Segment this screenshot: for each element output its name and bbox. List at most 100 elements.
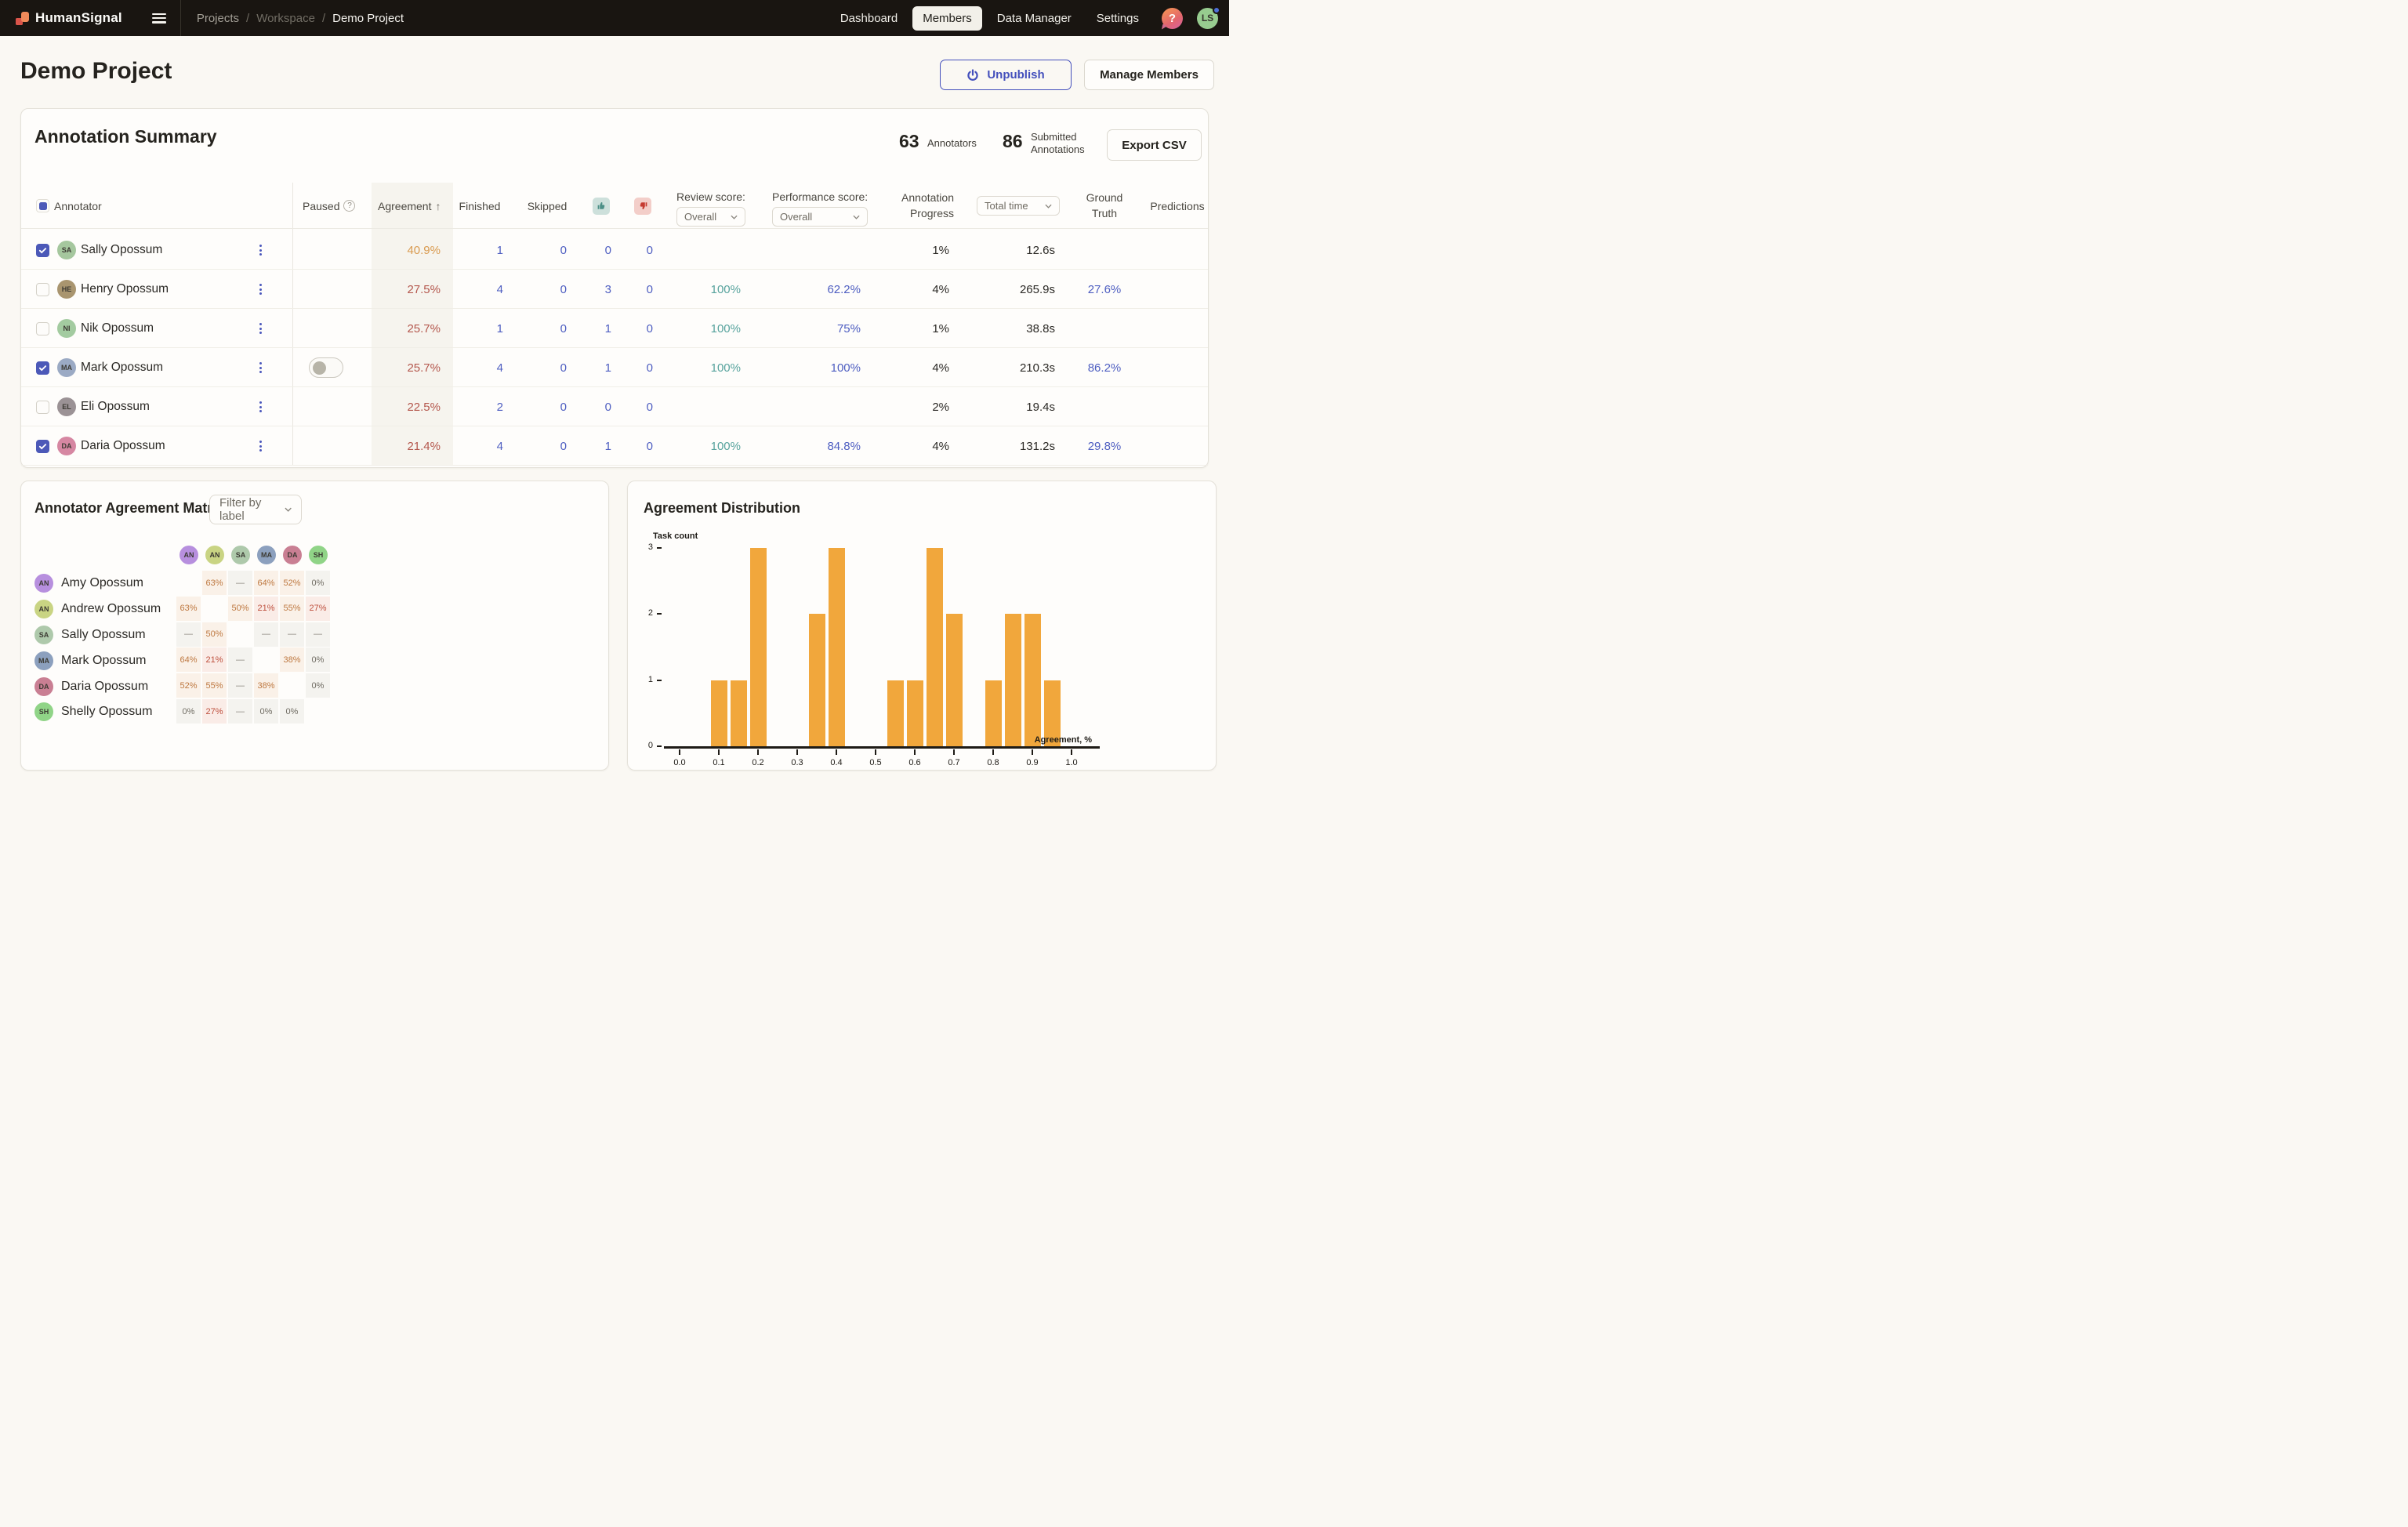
total-time-label: Total time xyxy=(985,200,1028,212)
chart-x-tick-label: 0.1 xyxy=(709,758,728,767)
agreement-value: 27.5% xyxy=(372,270,441,309)
manage-members-button[interactable]: Manage Members xyxy=(1084,60,1214,90)
ground-truth-value xyxy=(1077,230,1132,270)
kebab-menu-icon[interactable] xyxy=(256,359,265,376)
skipped-value[interactable]: 0 xyxy=(520,309,567,348)
select-all-checkbox[interactable] xyxy=(36,183,49,229)
finished-value[interactable]: 1 xyxy=(456,309,503,348)
skipped-value[interactable]: 0 xyxy=(520,348,567,387)
matrix-cell: — xyxy=(254,622,278,647)
thumbs-up-value[interactable]: 3 xyxy=(572,270,611,309)
kebab-menu-icon[interactable] xyxy=(256,281,265,298)
kebab-menu-icon[interactable] xyxy=(256,320,265,337)
thumbs-up-value[interactable]: 1 xyxy=(572,426,611,466)
nav-settings[interactable]: Settings xyxy=(1086,6,1149,31)
matrix-row-avatar: AN xyxy=(34,574,53,593)
total-time-value: 38.8s xyxy=(992,309,1055,348)
total-time-value: 12.6s xyxy=(992,230,1055,270)
export-csv-label: Export CSV xyxy=(1122,139,1187,152)
row-checkbox[interactable] xyxy=(36,322,49,336)
row-checkbox[interactable] xyxy=(36,283,49,296)
thumbs-down-value[interactable]: 0 xyxy=(614,426,653,466)
breadcrumb-projects[interactable]: Projects xyxy=(197,12,239,25)
chart-bar xyxy=(1024,614,1041,746)
row-checkbox[interactable] xyxy=(36,244,49,257)
matrix-row-name: Mark Opossum xyxy=(61,654,146,668)
thumbs-up-value[interactable]: 0 xyxy=(572,387,611,426)
matrix-row-name: Daria Opossum xyxy=(61,680,148,694)
row-avatar-cell: HE xyxy=(57,270,76,309)
paused-toggle[interactable] xyxy=(309,357,343,378)
ground-truth-value[interactable]: 27.6% xyxy=(1077,270,1132,309)
breadcrumb-workspace[interactable]: Workspace xyxy=(256,12,315,25)
thumbs-down-value[interactable]: 0 xyxy=(614,309,653,348)
skipped-value[interactable]: 0 xyxy=(520,270,567,309)
finished-value[interactable]: 4 xyxy=(456,426,503,466)
annotators-label: Annotators xyxy=(927,137,977,150)
performance-score-value[interactable]: 62.2% xyxy=(782,270,861,309)
row-checkbox[interactable] xyxy=(36,401,49,414)
chart-bar xyxy=(887,680,904,746)
progress-value: 4% xyxy=(894,348,949,387)
matrix-cell: — xyxy=(280,622,304,647)
skipped-value[interactable]: 0 xyxy=(520,426,567,466)
row-checkbox[interactable] xyxy=(36,440,49,453)
review-score-value[interactable]: 100% xyxy=(670,270,741,309)
help-icon[interactable]: ? xyxy=(1162,8,1183,29)
chart-y-tick-mark xyxy=(657,547,662,549)
nav-dashboard[interactable]: Dashboard xyxy=(830,6,908,31)
nav-data-manager[interactable]: Data Manager xyxy=(987,6,1082,31)
ground-truth-value[interactable]: 86.2% xyxy=(1077,348,1132,387)
row-menu-cell xyxy=(256,426,265,466)
finished-value[interactable]: 4 xyxy=(456,270,503,309)
performance-score-value[interactable]: 84.8% xyxy=(782,426,861,466)
thumbs-up-value[interactable]: 1 xyxy=(572,348,611,387)
review-score-value[interactable]: 100% xyxy=(670,309,741,348)
user-avatar[interactable]: LS xyxy=(1197,8,1218,29)
skipped-value[interactable]: 0 xyxy=(520,230,567,270)
thumbs-down-value[interactable]: 0 xyxy=(614,348,653,387)
kebab-menu-icon[interactable] xyxy=(256,437,265,455)
performance-score-filter[interactable]: Overall xyxy=(772,207,868,227)
filter-by-label-select[interactable]: Filter by label xyxy=(209,495,302,524)
col-agreement-sort[interactable]: Agreement ↑ xyxy=(378,183,441,229)
nav-members[interactable]: Members xyxy=(912,6,982,31)
review-score-filter[interactable]: Overall xyxy=(676,207,745,227)
total-time-filter[interactable]: Total time xyxy=(977,196,1060,216)
avatar-initials: LS xyxy=(1202,13,1213,24)
performance-score-value[interactable]: 100% xyxy=(782,348,861,387)
ground-truth-value[interactable]: 29.8% xyxy=(1077,426,1132,466)
finished-value[interactable]: 1 xyxy=(456,230,503,270)
unpublish-button[interactable]: Unpublish xyxy=(940,60,1072,90)
finished-value[interactable]: 2 xyxy=(456,387,503,426)
matrix-row-name: Amy Opossum xyxy=(61,576,143,590)
kebab-menu-icon[interactable] xyxy=(256,241,265,259)
thumbs-up-value[interactable]: 0 xyxy=(572,230,611,270)
paused-help-icon[interactable]: ? xyxy=(343,200,355,212)
chart-y-tick-label: 0 xyxy=(642,741,653,750)
row-checkbox[interactable] xyxy=(36,361,49,375)
thumbs-up-value[interactable]: 1 xyxy=(572,309,611,348)
humansignal-logo-icon xyxy=(16,12,29,25)
hamburger-menu-icon[interactable] xyxy=(152,13,166,24)
export-csv-button[interactable]: Export CSV xyxy=(1107,129,1202,161)
review-score-value[interactable]: 100% xyxy=(670,426,741,466)
review-score-value[interactable]: 100% xyxy=(670,348,741,387)
finished-value[interactable]: 4 xyxy=(456,348,503,387)
table-row: MAMark Opossum25.7%4010100%100%4%210.3s8… xyxy=(21,348,1208,387)
thumbs-down-value[interactable]: 0 xyxy=(614,387,653,426)
performance-score-value[interactable]: 75% xyxy=(782,309,861,348)
chart-x-tick-mark xyxy=(1032,749,1033,755)
thumbs-down-value[interactable]: 0 xyxy=(614,270,653,309)
table-row: ELEli Opossum22.5%20002%19.4s xyxy=(21,387,1208,426)
col-annotation-progress: Annotation Progress xyxy=(887,183,954,229)
row-avatar-cell: DA xyxy=(57,426,76,466)
row-menu-cell xyxy=(256,270,265,309)
skipped-value[interactable]: 0 xyxy=(520,387,567,426)
matrix-cell: 0% xyxy=(306,647,330,672)
humansignal-logo[interactable]: HumanSignal xyxy=(16,10,122,26)
kebab-menu-icon[interactable] xyxy=(256,398,265,415)
notification-dot xyxy=(1213,6,1220,14)
chevron-down-icon xyxy=(1045,204,1052,209)
thumbs-down-value[interactable]: 0 xyxy=(614,230,653,270)
